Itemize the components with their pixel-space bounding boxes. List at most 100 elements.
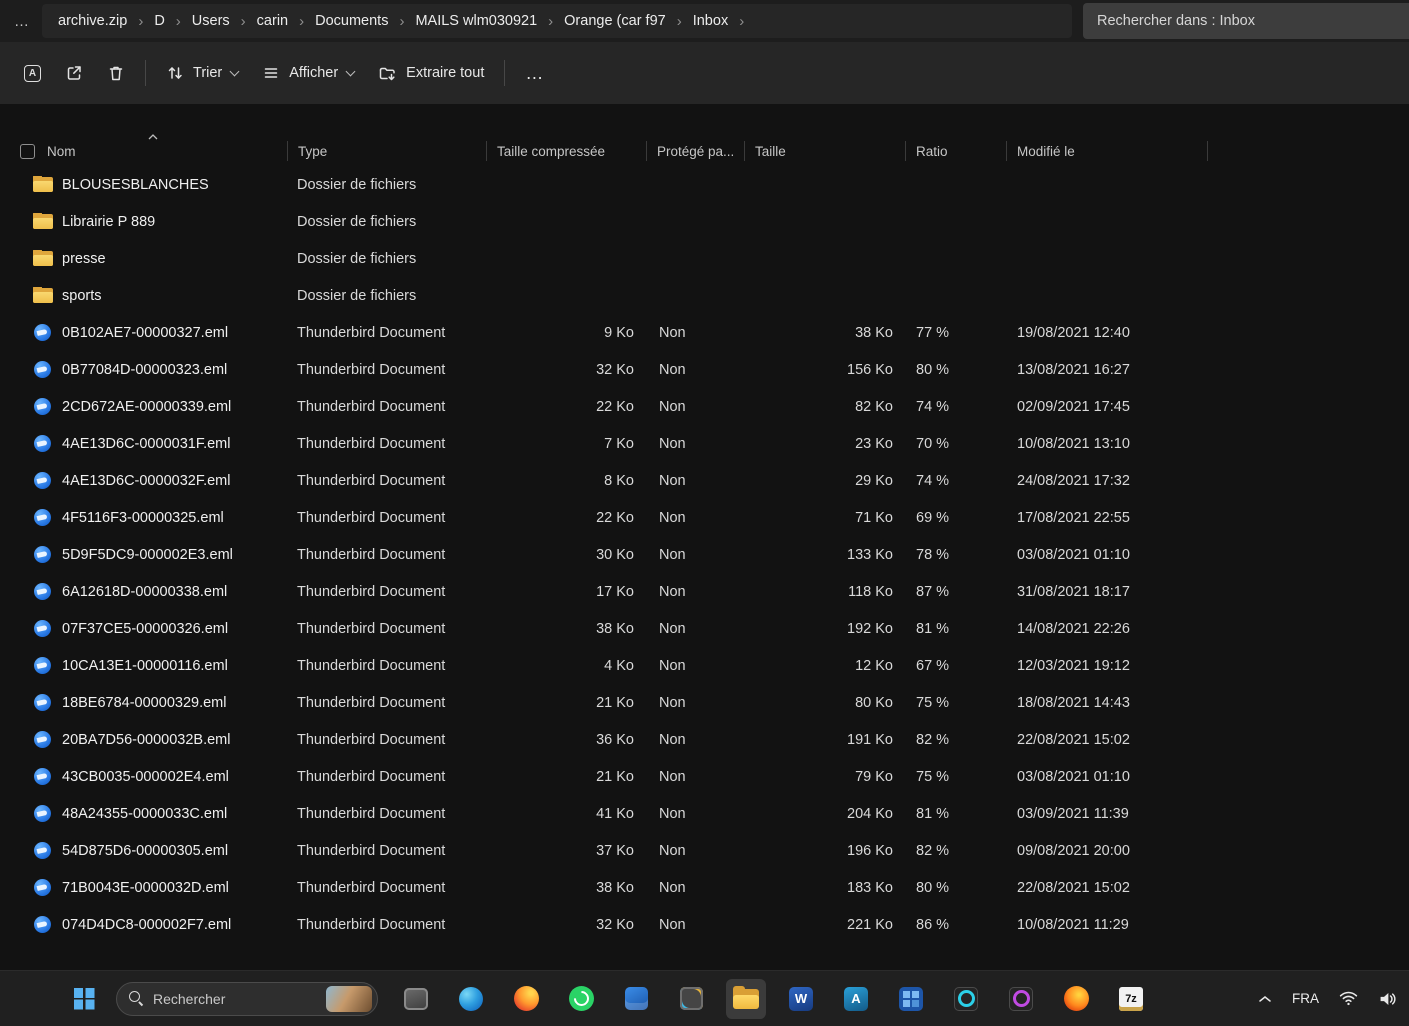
share-button[interactable] — [53, 54, 95, 92]
extract-zip-icon — [379, 67, 395, 81]
calculator-icon[interactable] — [891, 979, 931, 1019]
breadcrumb-item[interactable]: archive.zip — [52, 9, 133, 33]
file-row[interactable]: 4F5116F3-00000325.eml Thunderbird Docume… — [0, 499, 1409, 536]
breadcrumb[interactable]: archive.zip › D › Users › carin › Documents › MAIL… — [42, 4, 1072, 38]
file-row[interactable]: 18BE6784-00000329.eml Thunderbird Docume… — [0, 684, 1409, 721]
file-protected: Non — [659, 361, 686, 378]
file-row[interactable]: 6A12618D-00000338.eml Thunderbird Docume… — [0, 573, 1409, 610]
file-ratio: 82 % — [916, 731, 950, 748]
a-app-icon[interactable]: A — [836, 979, 876, 1019]
file-row[interactable]: 07F37CE5-00000326.eml Thunderbird Docume… — [0, 610, 1409, 647]
mail-app-icon[interactable] — [616, 979, 656, 1019]
breadcrumb-item[interactable]: D — [148, 9, 170, 33]
language-indicator[interactable]: FRA — [1292, 991, 1319, 1006]
taskbar-search[interactable]: Rechercher — [116, 981, 378, 1016]
breadcrumb-overflow-button[interactable]: … — [8, 9, 36, 34]
file-compressed-size: 22 Ko — [596, 398, 634, 415]
file-compressed-size: 37 Ko — [596, 842, 634, 859]
taskbar-tray: FRA — [1258, 991, 1397, 1007]
snipping-tool-icon[interactable] — [671, 979, 711, 1019]
snipping-tool-icon — [678, 986, 704, 1012]
file-row[interactable]: BLOUSESBLANCHES Dossier de fichiers — [0, 166, 1409, 203]
tray-chevron-up-icon[interactable] — [1258, 995, 1272, 1003]
file-row[interactable]: Librairie P 889 Dossier de fichiers — [0, 203, 1409, 240]
dark-app-purple-icon[interactable] — [1001, 979, 1041, 1019]
file-size: 221 Ko — [847, 916, 893, 933]
column-header-modified[interactable]: Modifié le — [1007, 136, 1208, 166]
wifi-icon[interactable] — [1339, 991, 1358, 1006]
column-header-ratio[interactable]: Ratio — [906, 136, 1007, 166]
file-explorer-icon — [732, 985, 760, 1011]
file-row[interactable]: sports Dossier de fichiers — [0, 277, 1409, 314]
sort-button[interactable]: Trier — [154, 54, 250, 92]
trash-icon — [109, 66, 123, 81]
breadcrumb-item[interactable]: carin — [251, 9, 294, 33]
orange-browser-icon[interactable] — [1056, 979, 1096, 1019]
column-header-name[interactable]: Nom — [0, 134, 288, 166]
thunderbird-file-icon — [34, 693, 51, 711]
column-header-compressed[interactable]: Taille compressée — [487, 136, 647, 166]
whatsapp-icon — [568, 986, 594, 1012]
file-row[interactable]: 0B77084D-00000323.eml Thunderbird Docume… — [0, 351, 1409, 388]
view-button[interactable]: Afficher — [250, 54, 366, 92]
thunderbird-file-icon — [34, 915, 51, 933]
breadcrumb-item[interactable]: Orange (car f97 — [558, 9, 672, 33]
file-size: 156 Ko — [847, 361, 893, 378]
column-header-size[interactable]: Taille — [745, 136, 906, 166]
file-name: presse — [62, 250, 106, 267]
file-row[interactable]: 4AE13D6C-0000032F.eml Thunderbird Docume… — [0, 462, 1409, 499]
file-row[interactable]: 71B0043E-0000032D.eml Thunderbird Docume… — [0, 869, 1409, 906]
file-type: Dossier de fichiers — [297, 176, 417, 193]
file-row[interactable]: 48A24355-0000033C.eml Thunderbird Docume… — [0, 795, 1409, 832]
volume-icon[interactable] — [1378, 991, 1397, 1007]
edge-icon[interactable] — [451, 979, 491, 1019]
breadcrumb-item[interactable]: Users — [186, 9, 236, 33]
file-size: 196 Ko — [847, 842, 893, 859]
breadcrumb-item[interactable]: Inbox — [687, 9, 734, 33]
file-name: 0B77084D-00000323.eml — [62, 361, 228, 378]
file-compressed-size: 8 Ko — [604, 472, 634, 489]
file-row[interactable]: 10CA13E1-00000116.eml Thunderbird Docume… — [0, 647, 1409, 684]
file-protected: Non — [659, 768, 686, 785]
file-row[interactable]: 5D9F5DC9-000002E3.eml Thunderbird Docume… — [0, 536, 1409, 573]
file-protected: Non — [659, 805, 686, 822]
dark-app-cyan-icon[interactable] — [946, 979, 986, 1019]
file-name: 2CD672AE-00000339.eml — [62, 398, 232, 415]
file-row[interactable]: 54D875D6-00000305.eml Thunderbird Docume… — [0, 832, 1409, 869]
file-type: Dossier de fichiers — [297, 250, 417, 267]
delete-button[interactable] — [95, 54, 137, 92]
explorer-search-input[interactable]: Rechercher dans : Inbox — [1083, 3, 1409, 39]
rename-button[interactable] — [12, 54, 53, 92]
more-options-button[interactable]: … — [513, 54, 556, 92]
whatsapp-icon[interactable] — [561, 979, 601, 1019]
column-header-type[interactable]: Type — [288, 136, 487, 166]
file-row[interactable]: 2CD672AE-00000339.eml Thunderbird Docume… — [0, 388, 1409, 425]
word-icon[interactable]: W — [781, 979, 821, 1019]
file-row[interactable]: 074D4DC8-000002F7.eml Thunderbird Docume… — [0, 906, 1409, 943]
column-header-protected[interactable]: Protégé pa... — [647, 136, 745, 166]
file-size: 191 Ko — [847, 731, 893, 748]
file-compressed-size: 22 Ko — [596, 509, 634, 526]
firefox-icon[interactable] — [506, 979, 546, 1019]
extract-all-label: Extraire tout — [406, 65, 485, 81]
file-protected: Non — [659, 842, 686, 859]
breadcrumb-item[interactable]: MAILS wlm030921 — [409, 9, 543, 33]
breadcrumb-separator-icon: › — [739, 12, 745, 30]
extract-all-button[interactable]: Extraire tout — [366, 54, 496, 92]
start-button[interactable] — [64, 979, 104, 1019]
select-all-checkbox[interactable] — [20, 143, 35, 159]
sevenzip-icon[interactable]: 7z — [1111, 979, 1151, 1019]
thunderbird-file-icon — [34, 434, 51, 452]
file-row[interactable]: 0B102AE7-00000327.eml Thunderbird Docume… — [0, 314, 1409, 351]
breadcrumb-item[interactable]: Documents — [309, 9, 394, 33]
sort-label: Trier — [193, 65, 223, 81]
file-row[interactable]: 20BA7D56-0000032B.eml Thunderbird Docume… — [0, 721, 1409, 758]
file-row[interactable]: 4AE13D6C-0000031F.eml Thunderbird Docume… — [0, 425, 1409, 462]
file-size: 204 Ko — [847, 805, 893, 822]
file-modified: 13/08/2021 16:27 — [1017, 361, 1130, 378]
file-explorer-icon[interactable] — [726, 978, 766, 1019]
file-row[interactable]: 43CB0035-000002E4.eml Thunderbird Docume… — [0, 758, 1409, 795]
windows-logo-icon — [73, 988, 95, 1009]
file-row[interactable]: presse Dossier de fichiers — [0, 240, 1409, 277]
photos-icon[interactable] — [396, 979, 436, 1019]
